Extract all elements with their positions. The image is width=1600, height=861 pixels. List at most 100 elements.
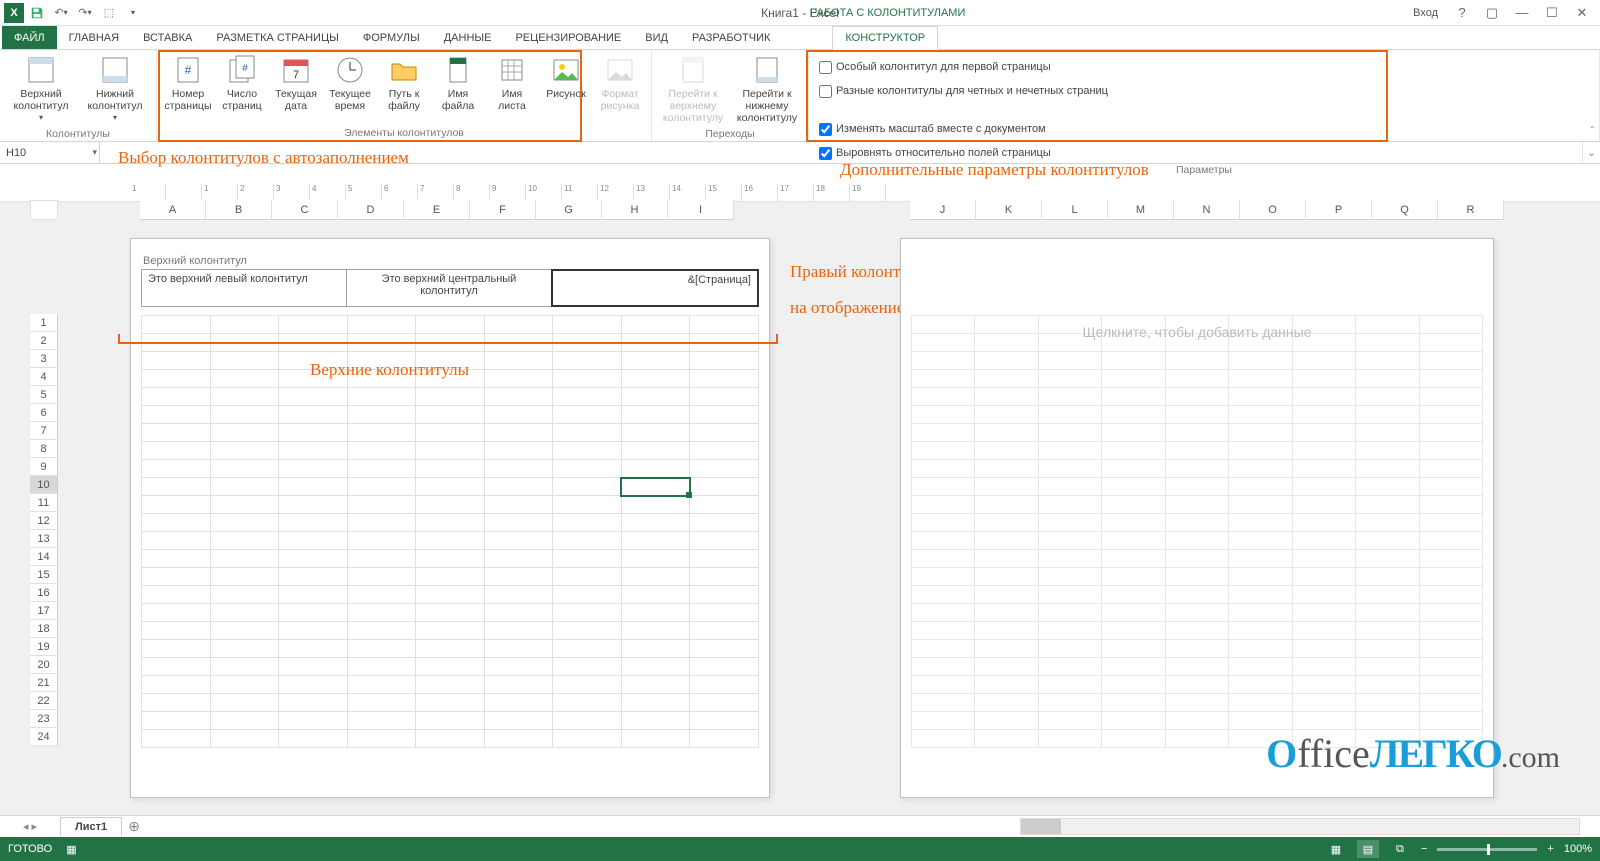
group-label: Колонтитулы xyxy=(6,126,150,142)
undo-icon[interactable]: ↶▾ xyxy=(50,2,72,24)
picture-button[interactable]: Рисунок xyxy=(541,52,591,102)
current-time-button[interactable]: Текущее время xyxy=(325,52,375,114)
page-count-icon: # xyxy=(226,54,258,86)
format-picture-button: Формат рисунка xyxy=(595,52,645,114)
page-number-icon: # xyxy=(172,54,204,86)
chk-first-page[interactable]: Особый колонтитул для первой страницы xyxy=(815,58,1593,76)
add-data-prompt: Щелкните, чтобы добавить данные xyxy=(901,324,1493,340)
macro-record-icon[interactable]: ▦ xyxy=(66,843,76,856)
tab-home[interactable]: ГЛАВНАЯ xyxy=(57,26,131,49)
chk-align-margins[interactable]: Выровнять относительно полей страницы xyxy=(815,144,1593,162)
excel-logo-icon: X xyxy=(4,3,24,23)
tab-developer[interactable]: РАЗРАБОТЧИК xyxy=(680,26,782,49)
ribbon: Верхний колонтитул ▾ Нижний колонтитул ▾… xyxy=(0,50,1600,142)
svg-text:#: # xyxy=(242,63,248,74)
group-elements: #Номер страницы #Число страниц 7Текущая … xyxy=(157,50,652,141)
group-options: Особый колонтитул для первой страницы Ра… xyxy=(809,50,1600,141)
zoom-in-icon[interactable]: + xyxy=(1547,843,1553,855)
zoom-level[interactable]: 100% xyxy=(1564,843,1592,855)
header-boxes[interactable]: Это верхний левый колонтитул Это верхний… xyxy=(141,269,759,307)
zoom-out-icon[interactable]: − xyxy=(1421,843,1427,855)
svg-text:#: # xyxy=(185,63,192,77)
header-left-input[interactable]: Это верхний левый колонтитул xyxy=(142,270,347,306)
page-count-button[interactable]: #Число страниц xyxy=(217,52,267,114)
cell-grid[interactable] xyxy=(911,315,1483,787)
header-section-label: Верхний колонтитул xyxy=(143,255,247,267)
touch-mode-icon[interactable]: ⬚ xyxy=(98,2,120,24)
title-bar: X ↶▾ ↷▾ ⬚ ▾ Книга1 - Excel РАБОТА С КОЛО… xyxy=(0,0,1600,26)
format-picture-icon xyxy=(604,54,636,86)
header-icon xyxy=(25,54,57,86)
row-headers[interactable]: 123456789101112131415161718192021222324 xyxy=(30,314,58,746)
tab-file[interactable]: ФАЙЛ xyxy=(2,26,57,49)
file-icon xyxy=(442,54,474,86)
tab-page-layout[interactable]: РАЗМЕТКА СТРАНИЦЫ xyxy=(204,26,350,49)
sheet-area: 112345678910111213141516171819 ABCDEFGHI… xyxy=(0,184,1600,837)
file-path-button[interactable]: Путь к файлу xyxy=(379,52,429,114)
zoom-slider[interactable] xyxy=(1437,848,1537,851)
status-bar: ГОТОВО ▦ ▦ ▤ ⧉ − + 100% xyxy=(0,837,1600,861)
sheet-tab[interactable]: Лист1 xyxy=(60,817,122,836)
file-name-button[interactable]: Имя файла xyxy=(433,52,483,114)
view-page-break-icon[interactable]: ⧉ xyxy=(1389,840,1411,858)
goto-header-icon xyxy=(677,54,709,86)
sheet-nav[interactable]: ◂ ▸ xyxy=(0,820,60,833)
view-page-layout-icon[interactable]: ▤ xyxy=(1357,840,1379,858)
footer-icon xyxy=(99,54,131,86)
tab-formulas[interactable]: ФОРМУЛЫ xyxy=(351,26,432,49)
column-headers[interactable]: JKLMNOPQR xyxy=(910,200,1504,220)
group-label: Элементы колонтитулов xyxy=(163,125,645,141)
page-number-button[interactable]: #Номер страницы xyxy=(163,52,213,114)
page-preview-1: Верхний колонтитул Это верхний левый кол… xyxy=(130,238,770,798)
tab-insert[interactable]: ВСТАВКА xyxy=(131,26,204,49)
page-preview-2[interactable]: Щелкните, чтобы добавить данные xyxy=(900,238,1494,798)
goto-header-button: Перейти к верхнему колонтитулу xyxy=(658,52,728,126)
goto-footer-icon xyxy=(751,54,783,86)
redo-icon[interactable]: ↷▾ xyxy=(74,2,96,24)
tab-data[interactable]: ДАННЫЕ xyxy=(432,26,504,49)
cell-grid[interactable] xyxy=(141,315,759,787)
name-box[interactable]: H10▾ xyxy=(0,142,100,163)
login-link[interactable]: Вход xyxy=(1413,7,1438,19)
column-headers[interactable]: ABCDEFGHI xyxy=(140,200,734,220)
picture-icon xyxy=(550,54,582,86)
select-all-corner[interactable] xyxy=(30,200,58,220)
save-icon[interactable] xyxy=(26,2,48,24)
chk-odd-even[interactable]: Разные колонтитулы для четных и нечетных… xyxy=(815,82,1593,100)
tab-view[interactable]: ВИД xyxy=(633,26,680,49)
clock-icon xyxy=(334,54,366,86)
sheet-tab-bar: ◂ ▸ Лист1 ⊕ xyxy=(0,815,1600,837)
collapse-ribbon-icon[interactable]: ˆ xyxy=(1591,126,1594,137)
quick-access-toolbar: X ↶▾ ↷▾ ⬚ ▾ xyxy=(0,2,144,24)
group-label: Параметры xyxy=(815,162,1593,178)
current-date-button[interactable]: 7Текущая дата xyxy=(271,52,321,114)
chk-scale[interactable]: Изменять масштаб вместе с документом xyxy=(815,120,1593,138)
ribbon-tabs: ФАЙЛ ГЛАВНАЯ ВСТАВКА РАЗМЕТКА СТРАНИЦЫ Ф… xyxy=(0,26,1600,50)
group-navigation: Перейти к верхнему колонтитулу Перейти к… xyxy=(652,50,809,141)
header-button[interactable]: Верхний колонтитул ▾ xyxy=(6,52,76,126)
tab-review[interactable]: РЕЦЕНЗИРОВАНИЕ xyxy=(503,26,633,49)
view-normal-icon[interactable]: ▦ xyxy=(1325,840,1347,858)
header-center-input[interactable]: Это верхний центральный колонтитул xyxy=(347,270,552,306)
goto-footer-button[interactable]: Перейти к нижнему колонтитулу xyxy=(732,52,802,126)
tab-design[interactable]: КОНСТРУКТОР xyxy=(832,26,938,50)
group-header-footer: Верхний колонтитул ▾ Нижний колонтитул ▾… xyxy=(0,50,157,141)
close-icon[interactable]: ✕ xyxy=(1568,2,1596,24)
sheet-name-button[interactable]: Имя листа xyxy=(487,52,537,114)
header-right-input[interactable]: &[Страница] xyxy=(551,269,759,307)
status-ready: ГОТОВО xyxy=(8,843,52,855)
qat-customize-icon[interactable]: ▾ xyxy=(122,2,144,24)
calendar-icon: 7 xyxy=(280,54,312,86)
footer-button[interactable]: Нижний колонтитул ▾ xyxy=(80,52,150,126)
add-sheet-button[interactable]: ⊕ xyxy=(122,818,146,835)
svg-text:7: 7 xyxy=(293,69,299,81)
group-label: Переходы xyxy=(658,126,802,142)
folder-icon xyxy=(388,54,420,86)
horizontal-scrollbar[interactable] xyxy=(1020,818,1580,835)
maximize-icon[interactable]: ☐ xyxy=(1538,2,1566,24)
sheet-icon xyxy=(496,54,528,86)
help-icon[interactable]: ? xyxy=(1448,2,1476,24)
ribbon-options-icon[interactable]: ▢ xyxy=(1478,2,1506,24)
annotation-bracket xyxy=(118,334,778,344)
minimize-icon[interactable]: — xyxy=(1508,2,1536,24)
